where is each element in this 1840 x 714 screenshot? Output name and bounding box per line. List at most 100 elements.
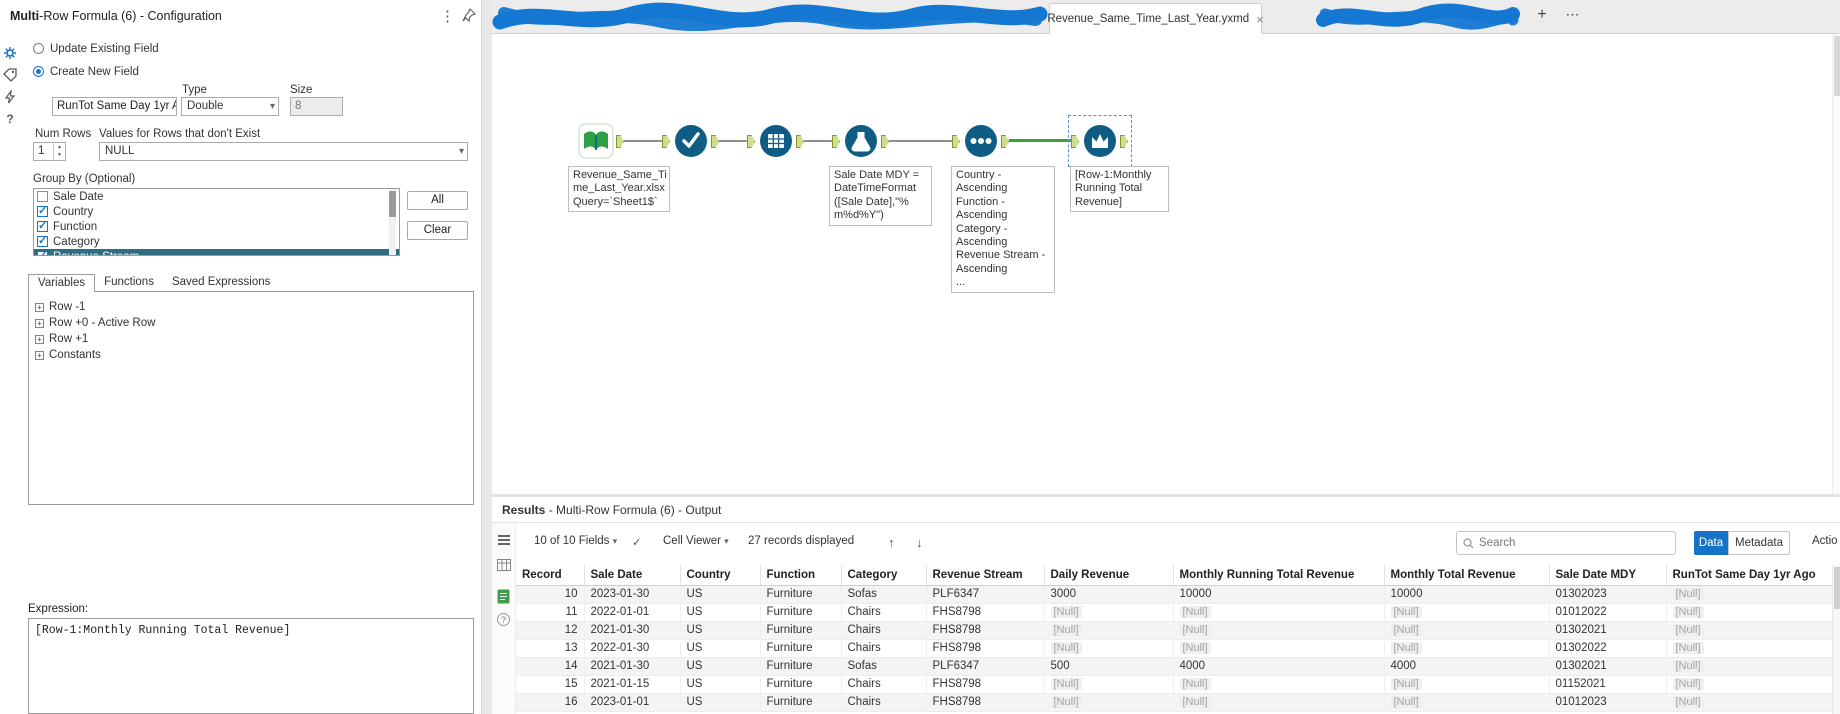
search-box[interactable] bbox=[1456, 531, 1676, 555]
output-anchor[interactable] bbox=[711, 135, 719, 148]
column-header[interactable]: Category bbox=[841, 565, 927, 586]
panel-divider[interactable] bbox=[482, 0, 492, 714]
radio-update-existing[interactable]: Update Existing Field bbox=[33, 43, 159, 55]
table-row[interactable]: 12 2021-01-30 US Furniture Chairs FHS8798 [Nul… bbox=[516, 621, 1840, 640]
input-anchor[interactable] bbox=[952, 135, 960, 148]
tool-input-data[interactable] bbox=[576, 121, 624, 161]
active-workflow-tab[interactable]: Revenue_Same_Time_Last_Year.yxmd × bbox=[1047, 3, 1264, 34]
output-anchor[interactable] bbox=[1001, 135, 1009, 148]
pin-icon[interactable] bbox=[462, 8, 476, 22]
canvas-scrollbar[interactable] bbox=[1832, 34, 1840, 494]
connection[interactable] bbox=[624, 140, 663, 142]
tab-overflow-button[interactable]: ⋯ bbox=[1562, 6, 1584, 23]
close-icon[interactable]: × bbox=[1256, 12, 1264, 27]
tab-variables[interactable]: Variables bbox=[28, 274, 96, 292]
tool-sort[interactable] bbox=[952, 121, 1009, 161]
data-sheet-icon[interactable] bbox=[497, 589, 510, 604]
clear-button[interactable]: Clear bbox=[407, 221, 468, 240]
input-anchor[interactable] bbox=[747, 135, 755, 148]
group-by-item[interactable]: Function bbox=[34, 219, 399, 234]
tree-item[interactable]: + Row +1 bbox=[35, 331, 473, 347]
radio-create-new[interactable]: Create New Field bbox=[33, 66, 139, 78]
column-header[interactable]: Daily Revenue bbox=[1044, 565, 1174, 586]
table-view-icon[interactable] bbox=[497, 559, 511, 571]
radio-selected-icon[interactable] bbox=[33, 66, 44, 77]
expression-editor[interactable]: [Row-1:Monthly Running Total Revenue] bbox=[28, 618, 474, 714]
expand-icon[interactable]: + bbox=[35, 350, 44, 360]
annotation-sort[interactable]: Country - Ascending Function - Ascending… bbox=[951, 166, 1055, 293]
output-anchor[interactable] bbox=[881, 135, 889, 148]
type-dropdown[interactable]: Double ▾ bbox=[181, 97, 279, 116]
column-header[interactable]: Monthly Running Total Revenue bbox=[1173, 565, 1385, 586]
tool-select[interactable] bbox=[662, 121, 719, 161]
annotation-multi-row-formula[interactable]: [Row-1:Monthly Running Total Revenue] bbox=[1070, 166, 1169, 213]
lightning-icon[interactable] bbox=[3, 90, 17, 104]
connection[interactable] bbox=[804, 140, 833, 142]
table-row[interactable]: 14 2021-01-30 US Furniture Sofas PLF6347 500 40… bbox=[516, 657, 1840, 676]
num-rows-stepper[interactable]: 1 ▲ ▼ bbox=[33, 142, 66, 161]
table-row[interactable]: 11 2022-01-01 US Furniture Chairs FHS8798 [Nul… bbox=[516, 603, 1840, 622]
stepper-arrows[interactable]: ▲ ▼ bbox=[53, 143, 65, 160]
tab-saved-expressions[interactable]: Saved Expressions bbox=[163, 274, 279, 292]
results-scrollbar[interactable] bbox=[1832, 565, 1840, 714]
actions-button[interactable]: Actio bbox=[1812, 535, 1840, 547]
all-button[interactable]: All bbox=[407, 191, 468, 210]
scrollbar-thumb[interactable] bbox=[1834, 36, 1840, 96]
expand-icon[interactable]: + bbox=[35, 334, 44, 344]
column-header[interactable]: Monthly Total Revenue bbox=[1384, 565, 1550, 586]
group-by-item[interactable]: Revenue Stream bbox=[34, 249, 399, 255]
column-header[interactable]: Revenue Stream bbox=[926, 565, 1045, 586]
gear-icon[interactable] bbox=[3, 46, 17, 60]
table-row[interactable]: 10 2023-01-30 US Furniture Sofas PLF6347 3000 1… bbox=[516, 585, 1840, 604]
table-row[interactable]: 13 2022-01-30 US Furniture Chairs FHS8798 [Nul… bbox=[516, 639, 1840, 658]
cell-viewer-dropdown[interactable]: Cell Viewer ▾ bbox=[663, 535, 729, 547]
group-by-item[interactable]: Country bbox=[34, 204, 399, 219]
expand-icon[interactable]: + bbox=[35, 302, 44, 312]
tree-item[interactable]: + Row -1 bbox=[35, 299, 473, 315]
workflow-canvas[interactable]: Revenue_Same_Ti me_Last_Year.xlsx Query=… bbox=[492, 34, 1840, 494]
checkbox[interactable] bbox=[37, 191, 48, 202]
column-header[interactable]: Sale Date bbox=[584, 565, 681, 586]
fields-dropdown[interactable]: 10 of 10 Fields ▾ bbox=[534, 535, 617, 547]
spin-down-icon[interactable]: ▼ bbox=[57, 152, 62, 158]
kebab-menu-icon[interactable]: ⋮ bbox=[440, 7, 455, 25]
help-icon[interactable]: ? bbox=[497, 613, 510, 626]
scrollbar-thumb[interactable] bbox=[389, 191, 396, 217]
group-by-item[interactable]: Sale Date bbox=[34, 189, 399, 204]
column-header[interactable]: RunTot Same Day 1yr Ago bbox=[1666, 565, 1840, 586]
select-fields-icon[interactable]: ✓ bbox=[632, 535, 642, 549]
data-tab-button[interactable]: Data bbox=[1694, 531, 1728, 555]
connection[interactable] bbox=[889, 140, 953, 142]
checkbox[interactable] bbox=[37, 234, 48, 247]
annotation-input-data[interactable]: Revenue_Same_Ti me_Last_Year.xlsx Query=… bbox=[568, 166, 670, 213]
tab-functions[interactable]: Functions bbox=[95, 274, 163, 292]
new-field-name-input[interactable]: RunTot Same Day 1yr A bbox=[52, 97, 177, 116]
search-input[interactable] bbox=[1479, 537, 1659, 549]
variables-tree[interactable]: + Row -1 + Row +0 - Active Row + Row +1 + Const… bbox=[28, 291, 474, 505]
arrow-down-icon[interactable]: ↓ bbox=[916, 535, 923, 550]
table-row[interactable]: 15 2021-01-15 US Furniture Chairs FHS8798 [Nul… bbox=[516, 675, 1840, 694]
output-anchor[interactable] bbox=[616, 135, 624, 148]
connection[interactable] bbox=[719, 140, 748, 142]
annotation-formula[interactable]: Sale Date MDY = DateTimeFormat ([Sale Da… bbox=[829, 166, 932, 226]
scrollbar-thumb[interactable] bbox=[1834, 567, 1840, 609]
output-anchor[interactable] bbox=[796, 135, 804, 148]
column-header[interactable]: Record bbox=[516, 565, 585, 586]
checkbox[interactable] bbox=[37, 219, 48, 232]
tag-icon[interactable] bbox=[3, 68, 17, 82]
values-missing-dropdown[interactable]: NULL ▾ bbox=[99, 142, 468, 161]
tree-item[interactable]: + Row +0 - Active Row bbox=[35, 315, 473, 331]
checkbox[interactable] bbox=[37, 249, 48, 255]
results-options-icon[interactable] bbox=[498, 535, 510, 545]
column-header[interactable]: Sale Date MDY bbox=[1549, 565, 1667, 586]
input-anchor[interactable] bbox=[832, 135, 840, 148]
column-header[interactable]: Function bbox=[760, 565, 842, 586]
connection-selected[interactable] bbox=[1009, 139, 1072, 142]
new-tab-button[interactable]: + bbox=[1532, 6, 1552, 24]
metadata-tab-button[interactable]: Metadata bbox=[1728, 531, 1790, 555]
group-by-scrollbar[interactable] bbox=[389, 189, 396, 255]
tree-item[interactable]: + Constants bbox=[35, 347, 473, 363]
group-by-item[interactable]: Category bbox=[34, 234, 399, 249]
spin-up-icon[interactable]: ▲ bbox=[57, 144, 62, 150]
tool-formula[interactable] bbox=[832, 121, 889, 161]
